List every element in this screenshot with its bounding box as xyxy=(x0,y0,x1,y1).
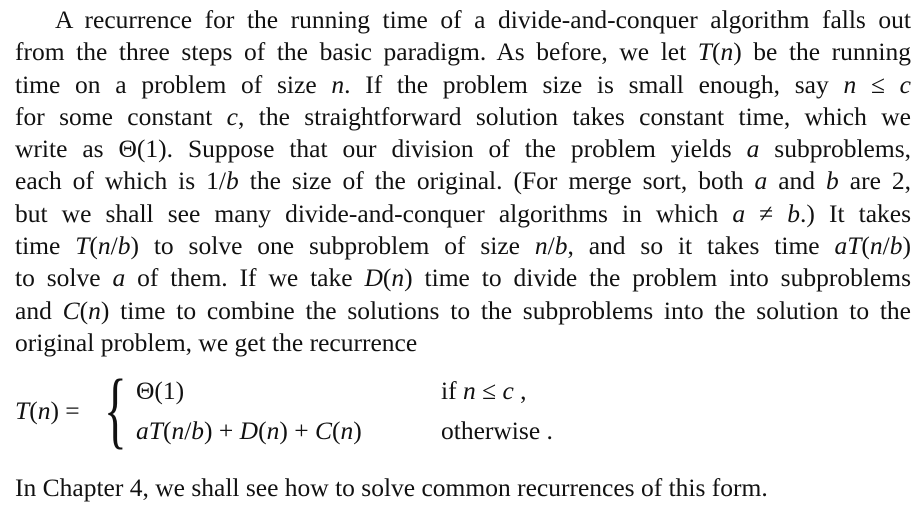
cases-brace: { xyxy=(104,361,127,457)
math-variable: n xyxy=(843,69,857,99)
math-variable: T xyxy=(697,37,712,67)
text-line: and C(n) time to combine the solutions t… xyxy=(15,295,911,325)
case1-expression: Θ(1) xyxy=(136,376,185,405)
math-variable: n xyxy=(462,376,476,405)
math-variable: b xyxy=(226,166,239,196)
text-line: time on a problem of size n. If the prob… xyxy=(15,69,911,99)
text-line: to solve a of them. If we take D(n) time… xyxy=(15,263,911,293)
math-variable: c xyxy=(502,376,514,405)
math-variable: T xyxy=(75,231,90,261)
math-variable: n xyxy=(88,295,101,325)
math-variable: D xyxy=(239,416,259,445)
math-variable: n xyxy=(171,416,185,445)
math-variable: n xyxy=(97,231,111,261)
math-variable: T xyxy=(15,396,30,425)
textbook-page: A recurrence for the running time of a d… xyxy=(0,0,919,522)
math-variable: a xyxy=(754,166,768,196)
math-variable: c xyxy=(226,101,238,131)
math-variable: aT xyxy=(136,416,163,445)
closing-sentence: In Chapter 4, we shall see how to solve … xyxy=(15,473,768,502)
math-variable: c xyxy=(899,69,911,99)
math-variable: n xyxy=(534,231,548,261)
math-variable: aT xyxy=(834,231,862,261)
text-line: A recurrence for the running time of a d… xyxy=(55,5,911,34)
math-variable: a xyxy=(732,198,746,228)
text-line: original problem, we get the recurrence xyxy=(15,327,418,357)
math-variable: C xyxy=(62,295,80,325)
text-line: write as Θ(1). Suppose that our division… xyxy=(15,134,911,164)
paragraph-recurrence: A recurrence for the running time of a d… xyxy=(15,4,911,359)
math-variable: n xyxy=(391,263,405,293)
math-variable: b xyxy=(889,231,903,261)
math-variable: b xyxy=(117,231,131,261)
text-line: from the three steps of the basic paradi… xyxy=(15,37,912,67)
math-variable: D xyxy=(364,263,383,293)
math-variable: b xyxy=(787,198,800,228)
math-variable: a xyxy=(746,134,760,164)
text-line: for some constant c, the straightforward… xyxy=(15,101,911,131)
text-line: time T(n/b) to solve one subproblem of s… xyxy=(15,231,911,261)
text-line: but we shall see many divide-and-conquer… xyxy=(15,198,912,228)
math-variable: n xyxy=(37,396,51,425)
case2-condition: otherwise . xyxy=(441,416,553,445)
math-variable: n xyxy=(869,231,883,261)
text-line: each of which is 1/b the size of the ori… xyxy=(15,166,911,196)
math-variable: b xyxy=(826,166,839,196)
math-variable: n xyxy=(720,37,734,67)
math-variable: n xyxy=(340,416,354,445)
math-variable: n xyxy=(331,69,345,99)
math-variable: C xyxy=(314,416,332,445)
case1-condition: if n ≤ c , xyxy=(441,376,527,405)
math-variable: n xyxy=(266,416,280,445)
math-variable: a xyxy=(112,263,126,293)
case2-expression: aT(n/b) + D(n) + C(n) xyxy=(136,416,362,445)
math-variable: b xyxy=(554,231,568,261)
math-variable: b xyxy=(191,416,205,445)
equation-lhs: T(n) = xyxy=(15,396,80,425)
